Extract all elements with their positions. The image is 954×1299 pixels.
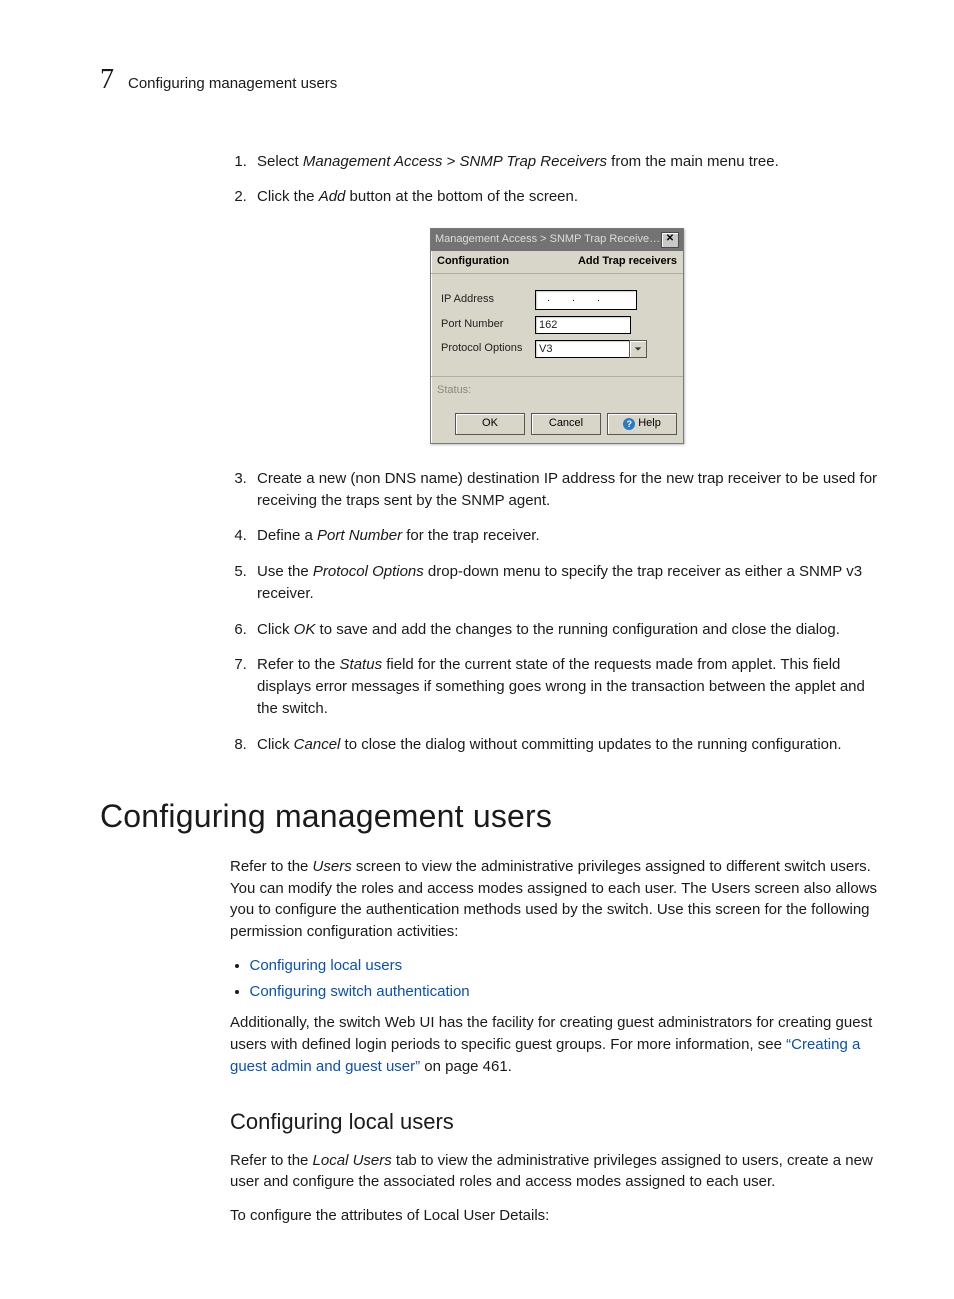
step-item: Click Cancel to close the dialog without…: [251, 734, 884, 756]
step-text: Define a: [257, 527, 317, 544]
chevron-down-icon[interactable]: [629, 340, 647, 358]
port-label: Port Number: [441, 317, 535, 333]
step-em: OK: [294, 621, 316, 638]
step-text: Use the: [257, 563, 313, 580]
dialog-body: IP Address ... Port Number 162 Protocol …: [431, 274, 683, 376]
step-item: Create a new (non DNS name) destination …: [251, 468, 884, 512]
row-ip: IP Address ...: [441, 290, 673, 310]
port-number-input[interactable]: 162: [535, 316, 631, 334]
dialog-status: Status:: [431, 376, 683, 409]
step-em: Port Number: [317, 527, 402, 544]
step-em: Add: [319, 188, 346, 205]
step-item: Refer to the Status field for the curren…: [251, 654, 884, 719]
help-button[interactable]: ?Help: [607, 413, 677, 435]
proto-label: Protocol Options: [441, 341, 535, 357]
step-list-top: Select Management Access > SNMP Trap Rec…: [230, 151, 884, 209]
step-text: for the trap receiver.: [402, 527, 540, 544]
step-list-bottom: Create a new (non DNS name) destination …: [230, 468, 884, 756]
snmp-trap-dialog: Management Access > SNMP Trap Receivers …: [430, 228, 684, 444]
row-proto: Protocol Options V3: [441, 340, 673, 358]
link-list: Configuring local users Configuring swit…: [230, 955, 884, 1003]
chapter-number: 7: [100, 60, 114, 101]
step-em: Protocol Options: [313, 563, 424, 580]
sub-right: Add Trap receivers: [578, 254, 677, 270]
ip-label: IP Address: [441, 292, 535, 308]
step-em: Cancel: [294, 736, 341, 753]
subsection-para-2: To configure the attributes of Local Use…: [230, 1205, 884, 1227]
step-text: to save and add the changes to the runni…: [315, 621, 840, 638]
list-item: Configuring local users: [250, 955, 885, 977]
step-item: Click OK to save and add the changes to …: [251, 619, 884, 641]
step-text: Click the: [257, 188, 319, 205]
dialog-button-bar: OK Cancel ?Help: [431, 413, 683, 443]
step-text: Click: [257, 736, 294, 753]
step-text: to close the dialog without committing u…: [340, 736, 841, 753]
step-text: Select: [257, 153, 303, 170]
dialog-title: Management Access > SNMP Trap Receivers …: [435, 232, 661, 248]
section-body: Refer to the Users screen to view the ad…: [230, 856, 884, 1227]
help-label: Help: [638, 416, 661, 432]
chapter-title: Configuring management users: [128, 73, 337, 95]
step-text: button at the bottom of the screen.: [345, 188, 578, 205]
content: Select Management Access > SNMP Trap Rec…: [230, 151, 884, 756]
subsection-para-1: Refer to the Local Users tab to view the…: [230, 1150, 884, 1194]
row-port: Port Number 162: [441, 316, 673, 334]
para-text: Refer to the: [230, 858, 313, 875]
para-text: on page 461.: [420, 1058, 512, 1075]
para-text: Refer to the: [230, 1152, 313, 1169]
section-para-2: Additionally, the switch Web UI has the …: [230, 1012, 884, 1077]
step-em: Management Access > SNMP Trap Receivers: [303, 153, 607, 170]
dialog-subheader: Configuration Add Trap receivers: [431, 251, 683, 274]
protocol-options-select[interactable]: V3: [535, 340, 647, 358]
step-text: Refer to the: [257, 656, 340, 673]
step-text: from the main menu tree.: [607, 153, 779, 170]
list-item: Configuring switch authentication: [250, 981, 885, 1003]
select-value: V3: [535, 340, 629, 358]
para-em: Local Users: [313, 1152, 392, 1169]
para-text: Additionally, the switch Web UI has the …: [230, 1014, 872, 1053]
para-em: Users: [313, 858, 352, 875]
sub-left: Configuration: [437, 254, 509, 270]
section-heading: Configuring management users: [100, 793, 884, 839]
ip-address-input[interactable]: ...: [535, 290, 637, 310]
step-item: Click the Add button at the bottom of th…: [251, 186, 884, 208]
step-item: Select Management Access > SNMP Trap Rec…: [251, 151, 884, 173]
cancel-button[interactable]: Cancel: [531, 413, 601, 435]
dialog-titlebar: Management Access > SNMP Trap Receivers …: [431, 229, 683, 251]
dialog-figure: Management Access > SNMP Trap Receivers …: [230, 228, 884, 444]
page: 7 Configuring management users Select Ma…: [0, 0, 954, 1299]
ok-button[interactable]: OK: [455, 413, 525, 435]
help-icon: ?: [623, 418, 635, 430]
step-em: Status: [340, 656, 383, 673]
step-item: Define a Port Number for the trap receiv…: [251, 525, 884, 547]
section-para-1: Refer to the Users screen to view the ad…: [230, 856, 884, 943]
close-icon[interactable]: ✕: [661, 232, 679, 248]
link-switch-auth[interactable]: Configuring switch authentication: [250, 983, 470, 1000]
subsection-heading: Configuring local users: [230, 1106, 884, 1138]
running-header: 7 Configuring management users: [100, 60, 884, 101]
step-text: Click: [257, 621, 294, 638]
step-text: Create a new (non DNS name) destination …: [257, 470, 877, 509]
step-item: Use the Protocol Options drop-down menu …: [251, 561, 884, 605]
link-local-users[interactable]: Configuring local users: [250, 957, 403, 974]
